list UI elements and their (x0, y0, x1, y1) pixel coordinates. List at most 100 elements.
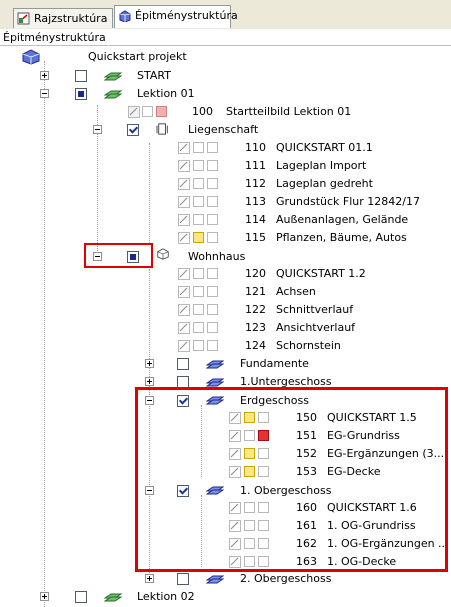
file-number: 123 (245, 321, 266, 334)
status-box[interactable] (193, 160, 204, 171)
expand-toggle[interactable] (145, 377, 154, 386)
tree-node-fundamente[interactable]: Fundamente (0, 355, 451, 373)
tree-leaf-124[interactable]: 124 Schornstein (0, 337, 451, 355)
expand-toggle[interactable] (145, 359, 154, 368)
file-label: Lageplan gedreht (276, 177, 373, 190)
expand-toggle[interactable] (40, 592, 49, 601)
file-label: Lageplan Import (276, 159, 367, 172)
property-icon (156, 123, 168, 135)
file-label: Grundstück Flur 12842/17 (276, 195, 420, 208)
project-icon (22, 49, 40, 65)
node-label: Wohnhaus (188, 250, 246, 263)
expand-toggle[interactable] (40, 71, 49, 80)
tree-leaf-114[interactable]: 114 Außenanlagen, Gelände (0, 211, 451, 229)
drawing-file-icon (178, 304, 190, 316)
tab-drawing-structure-label: Rajzstruktúra (34, 12, 108, 25)
tree-node-obergeschoss-2[interactable]: 2. Obergeschoss (0, 570, 451, 588)
status-box[interactable] (193, 268, 204, 279)
visibility-checkbox[interactable] (75, 88, 87, 100)
tree-leaf-112[interactable]: 112 Lageplan gedreht (0, 175, 451, 193)
tree-leaf-110[interactable]: 110 QUICKSTART 01.1 (0, 139, 451, 157)
file-number: 100 (192, 105, 213, 118)
file-label: QUICKSTART 01.1 (276, 141, 373, 154)
status-box[interactable] (207, 340, 218, 351)
tree-node-start[interactable]: START (0, 67, 451, 85)
status-box[interactable] (207, 268, 218, 279)
tab-drawing-structure[interactable]: Rajzstruktúra (13, 8, 113, 28)
drawing-file-icon (178, 322, 190, 334)
status-box[interactable] (193, 232, 204, 243)
status-box[interactable] (207, 304, 218, 315)
collapse-toggle[interactable] (93, 125, 102, 134)
file-label: Ansichtverlauf (276, 321, 356, 334)
drawing-structure-icon (17, 12, 30, 25)
visibility-checkbox[interactable] (177, 358, 189, 370)
node-label: Lektion 01 (137, 87, 195, 100)
file-label: Schnittverlauf (276, 303, 354, 316)
status-box[interactable] (193, 178, 204, 189)
tree-node-lektion01[interactable]: Lektion 01 (0, 85, 451, 103)
tree-leaf-120[interactable]: 120 QUICKSTART 1.2 (0, 265, 451, 283)
status-box[interactable] (207, 232, 218, 243)
visibility-checkbox[interactable] (127, 124, 139, 136)
file-number: 112 (245, 177, 266, 190)
drawing-file-icon (178, 340, 190, 352)
status-box[interactable] (156, 106, 167, 117)
expand-toggle[interactable] (145, 574, 154, 583)
status-box[interactable] (207, 196, 218, 207)
status-box[interactable] (193, 214, 204, 225)
visibility-checkbox[interactable] (75, 70, 87, 82)
status-box[interactable] (207, 142, 218, 153)
tree-leaf-123[interactable]: 123 Ansichtverlauf (0, 319, 451, 337)
node-label: 2. Obergeschoss (240, 572, 332, 585)
drawing-file-icon (178, 178, 190, 190)
status-box[interactable] (207, 286, 218, 297)
layer-stack-green-icon (104, 593, 122, 602)
file-label: Startteilbild Lektion 01 (226, 105, 352, 118)
visibility-checkbox[interactable] (177, 573, 189, 585)
status-box[interactable] (207, 178, 218, 189)
status-box[interactable] (207, 214, 218, 225)
status-box[interactable] (207, 160, 218, 171)
node-label: Lektion 02 (137, 590, 195, 603)
status-box[interactable] (193, 142, 204, 153)
file-number: 122 (245, 303, 266, 316)
status-box[interactable] (193, 286, 204, 297)
tree-leaf-111[interactable]: 111 Lageplan Import (0, 157, 451, 175)
tree-leaf-115[interactable]: 115 Pflanzen, Bäume, Autos (0, 229, 451, 247)
tree-node-lektion02[interactable]: Lektion 02 (0, 588, 451, 606)
status-box[interactable] (193, 322, 204, 333)
drawing-file-icon (128, 106, 140, 118)
file-label: Schornstein (276, 339, 341, 352)
structure-tree: Quickstart projekt START Lektion 01 100 … (0, 47, 451, 607)
drawing-file-icon (178, 286, 190, 298)
drawing-file-icon (178, 160, 190, 172)
drawing-file-icon (178, 196, 190, 208)
tree-leaf-113[interactable]: 113 Grundstück Flur 12842/17 (0, 193, 451, 211)
layer-stack-green-icon (104, 72, 122, 81)
file-label: QUICKSTART 1.2 (276, 267, 366, 280)
visibility-checkbox[interactable] (75, 591, 87, 603)
drawing-file-icon (178, 142, 190, 154)
status-box[interactable] (207, 322, 218, 333)
tree-root[interactable] (0, 49, 451, 67)
tree-node-wohnhaus[interactable]: Wohnhaus (0, 247, 451, 265)
layer-stack-blue-icon (206, 360, 224, 369)
file-number: 115 (245, 231, 266, 244)
drawing-file-icon (178, 268, 190, 280)
tree-leaf-122[interactable]: 122 Schnittverlauf (0, 301, 451, 319)
layer-stack-green-icon (104, 90, 122, 99)
status-box[interactable] (193, 340, 204, 351)
tab-bar: Rajzstruktúra Épitménystruktúra (0, 0, 451, 29)
status-box[interactable] (142, 106, 153, 117)
panel-title: Épitménystruktúra (0, 29, 451, 46)
status-box[interactable] (193, 196, 204, 207)
tree-leaf-100[interactable]: 100 Startteilbild Lektion 01 (0, 103, 451, 121)
collapse-toggle[interactable] (40, 89, 49, 98)
status-box[interactable] (193, 304, 204, 315)
tab-building-structure[interactable]: Épitménystruktúra (114, 5, 238, 28)
tree-node-liegenschaft[interactable]: Liegenschaft (0, 121, 451, 139)
file-label: Achsen (276, 285, 316, 298)
file-number: 111 (245, 159, 266, 172)
tree-leaf-121[interactable]: 121 Achsen (0, 283, 451, 301)
